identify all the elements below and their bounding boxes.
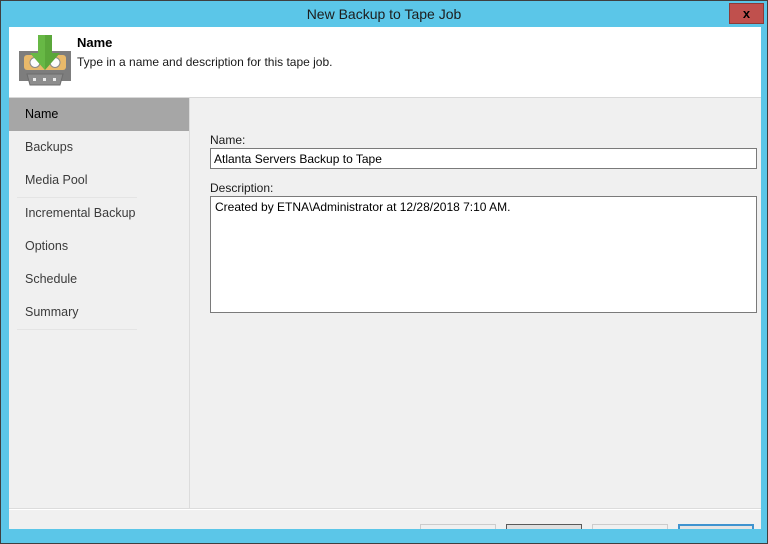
sidebar-item-label: Schedule [25, 272, 77, 286]
dialog-window: New Backup to Tape Job x [0, 0, 768, 544]
description-textarea[interactable] [210, 196, 757, 313]
sidebar-item-label: Incremental Backup [25, 206, 135, 220]
sidebar-item-label: Media Pool [25, 173, 88, 187]
window-title: New Backup to Tape Job [1, 1, 767, 27]
footer-bar: < Previous Next > Finish Cancel [9, 510, 761, 529]
next-button[interactable]: Next > [506, 524, 582, 529]
previous-button[interactable]: < Previous [420, 524, 496, 529]
sidebar-item-incremental-backup[interactable]: Incremental Backup [9, 197, 189, 230]
sidebar-item-label: Backups [25, 140, 73, 154]
content-pane: Name: Description: [190, 98, 761, 509]
tape-backup-icon [15, 33, 75, 91]
dialog-body: Name Type in a name and description for … [9, 27, 761, 529]
page-subtitle: Type in a name and description for this … [77, 55, 333, 69]
sidebar-item-media-pool[interactable]: Media Pool [9, 164, 189, 197]
sidebar-item-summary[interactable]: Summary [9, 296, 189, 329]
sidebar-item-label: Options [25, 239, 68, 253]
sidebar-item-options[interactable]: Options [9, 230, 189, 263]
sidebar-item-name[interactable]: Name [9, 98, 189, 131]
name-label: Name: [210, 133, 245, 147]
page-title: Name [77, 35, 112, 50]
sidebar-divider [17, 329, 137, 330]
wizard-header: Name Type in a name and description for … [9, 27, 761, 97]
description-label: Description: [210, 181, 273, 195]
sidebar-item-backups[interactable]: Backups [9, 131, 189, 164]
cancel-button[interactable]: Cancel [678, 524, 754, 529]
wizard-steps-sidebar: Name Backups Media Pool Incremental Back… [9, 98, 189, 509]
close-icon[interactable]: x [729, 3, 764, 24]
finish-button[interactable]: Finish [592, 524, 668, 529]
sidebar-item-label: Name [25, 107, 58, 121]
title-bar: New Backup to Tape Job x [1, 1, 767, 27]
name-input[interactable] [210, 148, 757, 169]
sidebar-divider [17, 197, 137, 198]
sidebar-item-schedule[interactable]: Schedule [9, 263, 189, 296]
sidebar-item-label: Summary [25, 305, 78, 319]
